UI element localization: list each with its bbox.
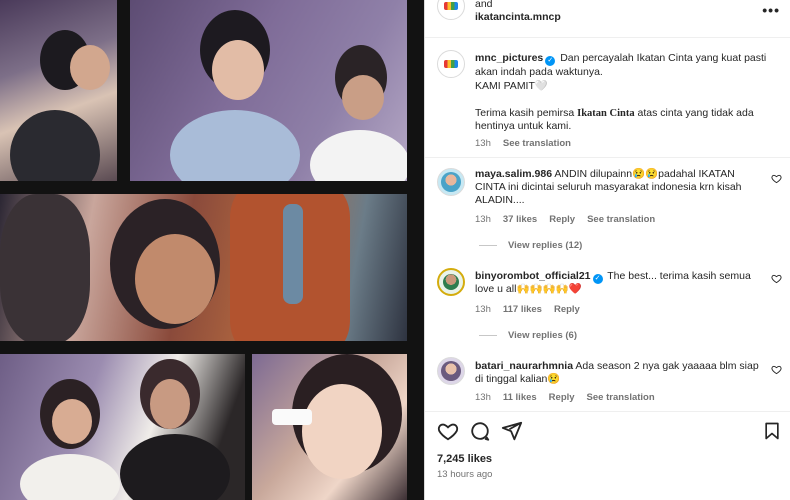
comment-see-translation[interactable]: See translation <box>587 392 655 403</box>
post-comments-panel: and ikatancinta.mncp ••• mnc_pictures ✓ D… <box>424 0 790 500</box>
comment-reply-button[interactable]: Reply <box>554 304 580 315</box>
comment-reply-button[interactable]: Reply <box>549 214 575 225</box>
header-account-link[interactable]: ikatancinta.mncp <box>475 11 561 24</box>
like-heart-icon[interactable] <box>437 420 459 442</box>
comment-time: 13h <box>475 392 491 403</box>
caption-text: Dan percayalah Ikatan Cinta yang kuat pa… <box>560 52 767 64</box>
post-image-collage[interactable] <box>0 0 424 500</box>
user-photo-icon <box>441 172 461 192</box>
caption-line4: Terima kasih pemirsa Ikatan Cinta atas c… <box>475 107 785 120</box>
account-avatar[interactable] <box>437 0 465 20</box>
comment-icon[interactable] <box>469 420 491 442</box>
user-photo-icon <box>443 274 459 290</box>
comment-line3: ALADIN.... <box>475 194 525 206</box>
comment-see-translation[interactable]: See translation <box>587 214 655 225</box>
bookmark-icon[interactable] <box>762 420 782 442</box>
comment-text: Ada season 2 nya gak yaaaaa blm siap <box>575 360 759 372</box>
comment-text: ANDIN dilupainn😢😢padahal IKATAN <box>554 168 735 180</box>
caption-line5: hentinya untuk kami. <box>475 120 572 132</box>
header-line1: and <box>475 0 493 10</box>
verified-badge-icon: ✓ <box>545 56 556 66</box>
comment-line1: maya.salim.986 ANDIN dilupainn😢😢padahal … <box>475 168 775 181</box>
replies-line <box>479 245 497 246</box>
header-divider <box>425 37 790 38</box>
comment-likes[interactable]: 37 likes <box>503 214 537 225</box>
replies-line <box>479 335 497 336</box>
photo-two-women <box>0 354 245 500</box>
caption-line1: mnc_pictures ✓ Dan percayalah Ikatan Cint… <box>475 52 785 66</box>
comment-username[interactable]: maya.salim.986 <box>475 168 552 180</box>
photo-hug <box>0 0 117 181</box>
comment-line2: CINTA ini dicintai seluruh masyarakat in… <box>475 181 742 193</box>
comment-time: 13h <box>475 304 491 315</box>
caption-line4-part2: atas cinta yang tidak ada <box>634 107 754 119</box>
caption-meta: 13h See translation <box>475 138 571 149</box>
like-heart-icon[interactable] <box>771 173 782 184</box>
more-options-icon[interactable]: ••• <box>762 2 780 18</box>
comment-reply-button[interactable]: Reply <box>549 392 575 403</box>
comment-username[interactable]: batari_naurarhmnia <box>475 360 573 372</box>
photo-girl-wiping-tears <box>0 194 407 341</box>
view-replies-button[interactable]: View replies (6) <box>508 330 577 341</box>
mnc-logo-icon <box>444 60 458 68</box>
caption-see-translation[interactable]: See translation <box>503 138 571 149</box>
caption-divider <box>425 157 790 158</box>
comment-likes[interactable]: 11 likes <box>503 392 537 403</box>
like-heart-icon[interactable] <box>771 273 782 284</box>
comment-avatar[interactable] <box>437 357 465 385</box>
like-count[interactable]: 7,245 likes <box>437 453 492 466</box>
share-icon[interactable] <box>501 420 523 442</box>
comment-meta: 13h 37 likes Reply See translation <box>475 214 655 225</box>
verified-badge-icon: ✓ <box>592 274 603 284</box>
comment-avatar[interactable] <box>437 168 465 196</box>
user-photo-icon <box>441 361 461 381</box>
comment-username[interactable]: binyorombot_official21 <box>475 270 591 282</box>
comment-time: 13h <box>475 214 491 225</box>
actions-divider <box>425 411 790 412</box>
caption-time: 13h <box>475 138 491 149</box>
caption-line4-part1: Terima kasih pemirsa <box>475 107 578 119</box>
caption-line4-show-name: Ikatan Cinta <box>577 108 635 119</box>
caption-line2: akan indah pada waktunya. <box>475 66 603 78</box>
photo-crying-woman-microphone <box>130 0 407 181</box>
caption-username[interactable]: mnc_pictures <box>475 52 543 64</box>
comment-line1: binyorombot_official21 ✓ The best... teri… <box>475 270 775 284</box>
comment-line2: love u all🙌🙌🙌🙌❤️ <box>475 283 582 295</box>
comment-line2: di tinggal kalian😢 <box>475 373 561 385</box>
caption-avatar[interactable] <box>437 50 465 78</box>
comment-meta: 13h 11 likes Reply See translation <box>475 392 655 403</box>
caption-line3: KAMI PAMIT🤍 <box>475 80 548 92</box>
comment-text: The best... terima kasih semua <box>607 270 751 282</box>
comment-line1: batari_naurarhmnia Ada season 2 nya gak … <box>475 360 775 373</box>
like-heart-icon[interactable] <box>771 364 782 375</box>
photo-woman-tissue <box>252 354 407 500</box>
comment-likes[interactable]: 117 likes <box>503 304 542 315</box>
comment-avatar[interactable] <box>437 268 465 296</box>
mnc-logo-icon <box>444 2 458 10</box>
comment-meta: 13h 117 likes Reply <box>475 304 580 315</box>
post-timestamp: 13 hours ago <box>437 469 493 480</box>
post-actions <box>437 420 523 442</box>
view-replies-button[interactable]: View replies (12) <box>508 240 582 251</box>
